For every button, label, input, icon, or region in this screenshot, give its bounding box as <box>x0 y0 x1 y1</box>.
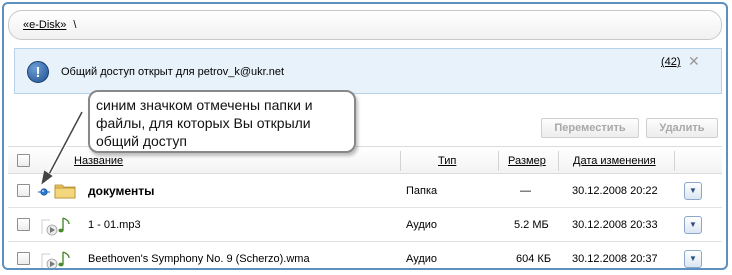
breadcrumb-bar: «e-Disk» \ <box>8 10 722 40</box>
column-header-type[interactable]: Тип <box>438 155 456 167</box>
table-row[interactable]: 1 - 01.mp3 Аудио 5.2 МБ 30.12.2008 20:33… <box>8 208 722 242</box>
row-type: Аудио <box>406 253 438 265</box>
row-type: Аудио <box>406 219 438 231</box>
move-button[interactable]: Переместить <box>541 118 639 138</box>
column-header-modified[interactable]: Дата изменения <box>573 155 656 167</box>
close-icon[interactable]: ✕ <box>688 53 700 70</box>
row-modified: 30.12.2008 20:22 <box>572 185 658 197</box>
sharing-notice: ! Общий доступ открыт для petrov_k@ukr.n… <box>14 48 722 94</box>
row-size: — <box>520 185 531 197</box>
breadcrumb-root-link[interactable]: «e-Disk» <box>23 19 66 31</box>
row-size: 5.2 МБ <box>514 219 549 231</box>
column-divider <box>498 151 499 171</box>
row-name[interactable]: 1 - 01.mp3 <box>88 219 141 231</box>
row-actions-dropdown[interactable]: ▼ <box>684 182 702 200</box>
breadcrumb-separator: \ <box>73 19 77 31</box>
annotation-callout: синим значком отмечены папки и файлы, дл… <box>88 90 356 153</box>
table-row[interactable]: Beethoven's Symphony No. 9 (Scherzo).wma… <box>8 242 722 268</box>
column-divider <box>400 151 401 171</box>
row-modified: 30.12.2008 20:37 <box>572 253 658 265</box>
audio-file-icon <box>41 251 70 268</box>
column-header-name[interactable]: Название <box>74 155 123 167</box>
notice-count-link[interactable]: (42) <box>661 56 681 68</box>
column-divider <box>558 151 559 171</box>
row-type: Папка <box>406 185 438 197</box>
row-size: 604 КБ <box>516 253 552 265</box>
column-header-size[interactable]: Размер <box>508 155 546 167</box>
row-actions-dropdown[interactable]: ▼ <box>684 250 702 268</box>
row-name[interactable]: Beethoven's Symphony No. 9 (Scherzo).wma <box>88 253 310 265</box>
row-actions-dropdown[interactable]: ▼ <box>684 216 702 234</box>
row-checkbox[interactable] <box>17 218 30 231</box>
audio-file-icon <box>41 217 70 236</box>
folder-icon <box>54 184 76 199</box>
exclamation-icon: ! <box>27 61 49 83</box>
notice-text: Общий доступ открыт для petrov_k@ukr.net <box>61 66 285 78</box>
row-checkbox[interactable] <box>17 184 30 197</box>
breadcrumb: «e-Disk» \ <box>23 19 76 31</box>
column-divider <box>674 151 675 171</box>
table-row[interactable]: документы Папка — 30.12.2008 20:22 ▼ <box>8 174 722 208</box>
delete-button[interactable]: Удалить <box>646 118 718 138</box>
row-modified: 30.12.2008 20:33 <box>572 219 658 231</box>
row-name[interactable]: документы <box>88 184 154 198</box>
row-checkbox[interactable] <box>17 252 30 265</box>
shared-marker-icon <box>38 188 50 196</box>
select-all-checkbox[interactable] <box>17 154 30 167</box>
